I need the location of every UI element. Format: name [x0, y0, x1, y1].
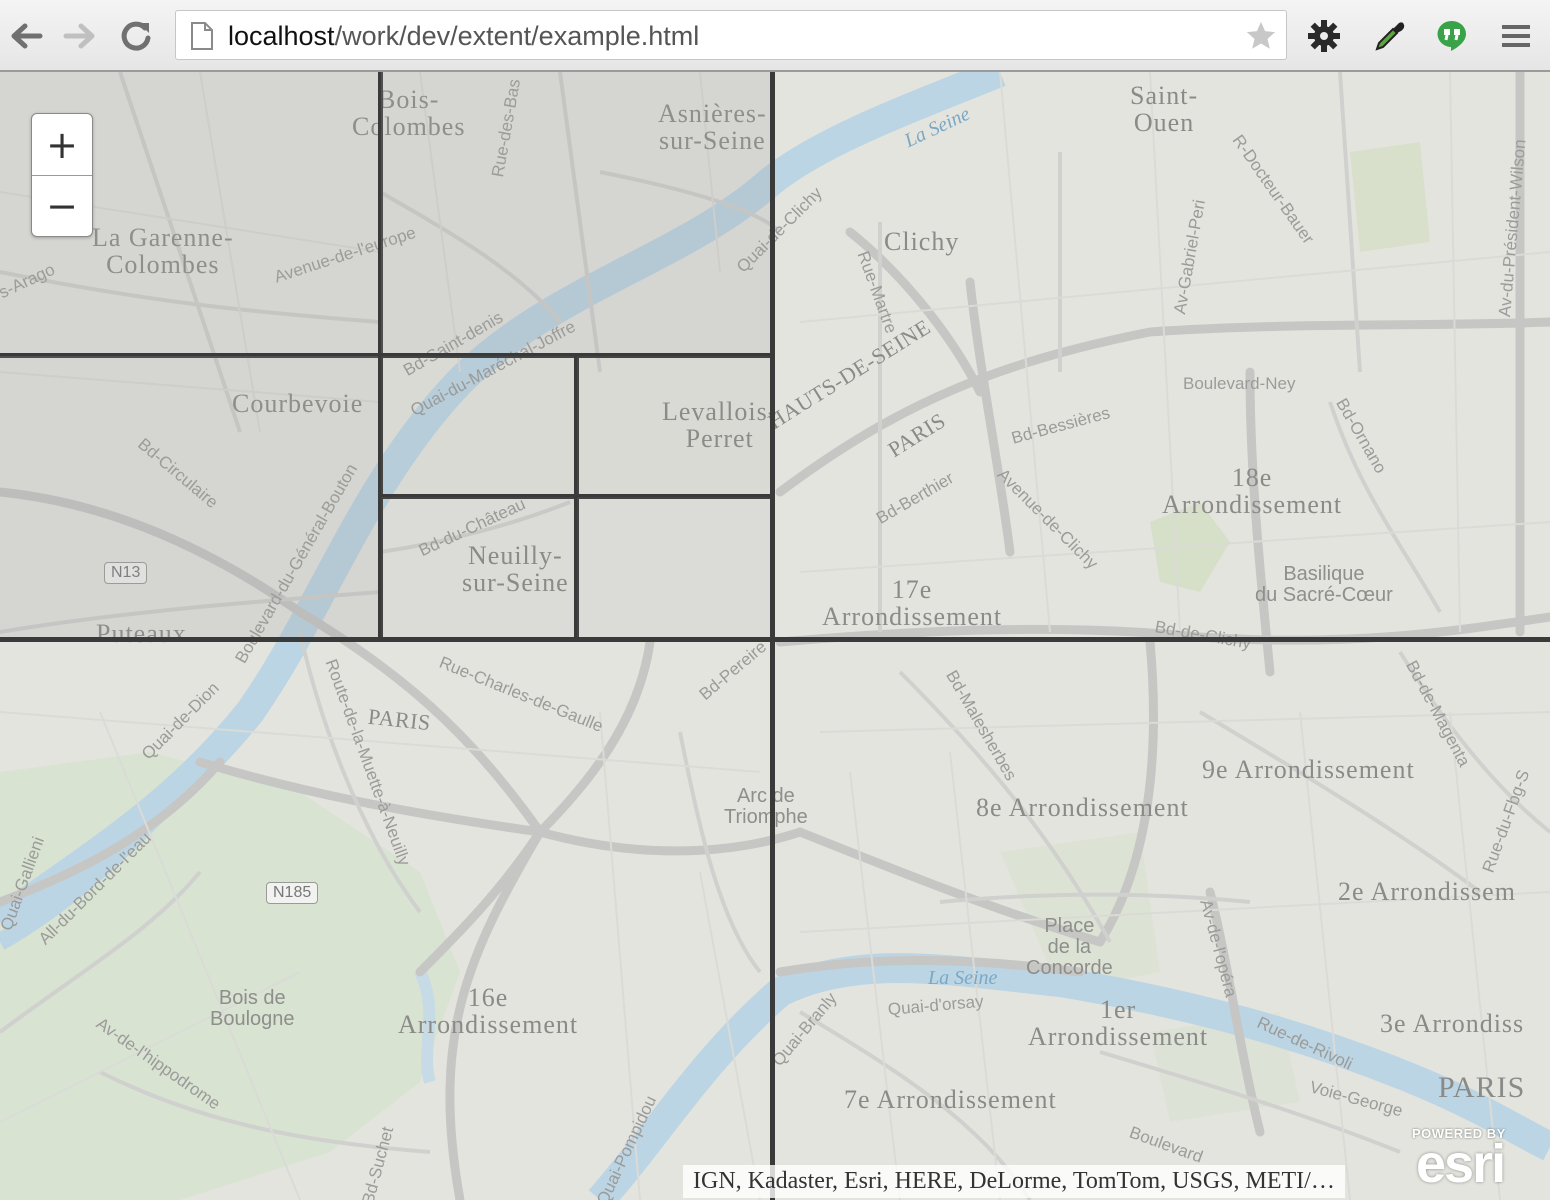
reload-button[interactable]: [118, 18, 154, 54]
back-button[interactable]: [8, 18, 44, 54]
esri-logo[interactable]: POWERED BY esri: [1412, 1124, 1542, 1194]
extent-rect: [0, 353, 383, 642]
bookmark-star-icon[interactable]: [1244, 19, 1278, 53]
extent-rect: [770, 72, 1550, 642]
back-arrow-icon: [11, 23, 43, 49]
menu-button[interactable]: [1498, 18, 1534, 54]
extent-rect: [378, 72, 775, 358]
extent-rect: [770, 637, 1550, 1200]
gear-icon: [1308, 20, 1340, 52]
settings-button[interactable]: [1306, 18, 1342, 54]
extent-rect: [574, 494, 775, 642]
page-icon: [191, 22, 213, 50]
browser-toolbar: localhost/work/dev/extent/example.html: [0, 0, 1550, 72]
hangouts-extension-button[interactable]: [1434, 18, 1470, 54]
zoom-out-button[interactable]: −: [32, 175, 92, 236]
map-attribution[interactable]: IGN, Kadaster, Esri, HERE, DeLorme, TomT…: [683, 1165, 1345, 1198]
reload-icon: [121, 21, 151, 51]
extent-rect: [378, 494, 579, 642]
extent-rect: [378, 353, 579, 499]
esri-wordmark: esri: [1416, 1134, 1506, 1194]
forward-arrow-icon: [63, 23, 95, 49]
extent-rect: [0, 637, 775, 1200]
url-text[interactable]: localhost/work/dev/extent/example.html: [228, 21, 699, 51]
hangouts-icon: [1437, 20, 1466, 51]
address-bar[interactable]: localhost/work/dev/extent/example.html: [175, 10, 1287, 60]
extent-rect: [574, 353, 775, 499]
map-view[interactable]: Rue-des-Bas Avenue-de-l'europe Quai-de-C…: [0, 72, 1550, 1200]
eyedropper-extension-button[interactable]: [1372, 18, 1408, 54]
zoom-control: + −: [31, 113, 93, 237]
hamburger-menu-icon: [1502, 25, 1530, 47]
forward-button[interactable]: [62, 18, 98, 54]
zoom-in-button[interactable]: +: [32, 114, 92, 176]
url-host: localhost: [228, 21, 335, 51]
url-path: /work/dev/extent/example.html: [334, 21, 700, 51]
eyedropper-icon: [1375, 22, 1405, 51]
